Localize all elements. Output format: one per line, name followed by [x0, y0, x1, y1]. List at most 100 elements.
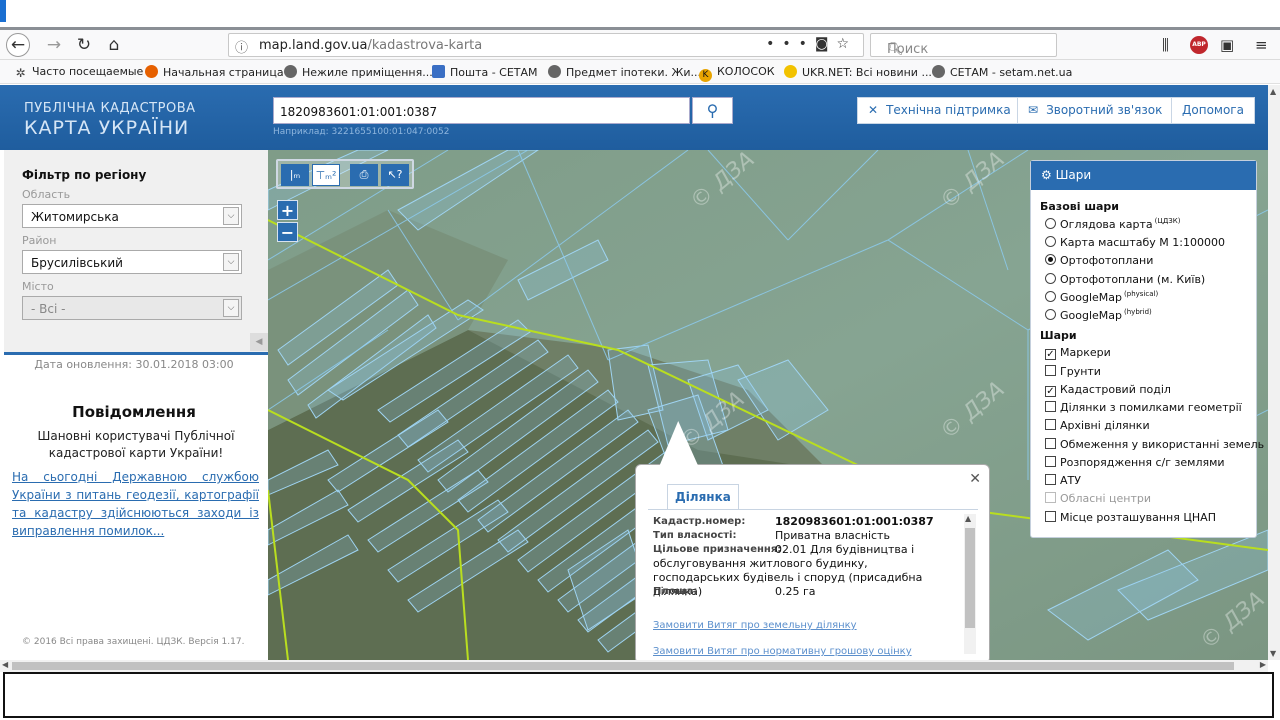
bookmark-item[interactable]: ✲ Часто посещаемые	[14, 65, 143, 80]
bookmark-item[interactable]: Начальная страница	[145, 65, 284, 79]
base-layer-item[interactable]: GoogleMap (hybrid)	[1045, 308, 1152, 322]
help-button[interactable]: Допомога	[1171, 97, 1255, 124]
zoom-out-button[interactable]: −	[277, 222, 298, 242]
checkbox[interactable]	[1045, 474, 1056, 485]
site-logo-line1[interactable]: ПУБЛІЧНА КАДАСТРОВА	[24, 101, 196, 116]
chevron-down-icon: ⌵	[223, 207, 239, 225]
tab-parcel[interactable]: Ділянка	[667, 484, 739, 510]
cadastral-search-input[interactable]: 1820983601:01:001:0387	[273, 97, 690, 124]
base-layer-item[interactable]: Оглядова карта (ЦДЗК)	[1045, 217, 1181, 231]
scroll-thumb[interactable]	[965, 528, 975, 628]
sidebar-toggle-icon[interactable]: ▣	[1220, 36, 1234, 54]
scroll-thumb[interactable]	[12, 662, 1234, 670]
order-valuation-link[interactable]: Замовити Витяг про нормативну грошову оц…	[653, 646, 912, 657]
collapse-sidebar-icon[interactable]: ◀	[250, 333, 268, 351]
globe-icon	[932, 65, 945, 78]
base-layer-item[interactable]: Карта масштабу М 1:100000	[1045, 236, 1225, 249]
base-layer-item[interactable]: GoogleMap (physical)	[1045, 290, 1158, 304]
page-vertical-scrollbar[interactable]: ▲ ▼	[1268, 85, 1280, 660]
measure-distance-button[interactable]: |ₘ	[281, 164, 309, 186]
scroll-left-icon[interactable]: ◀	[2, 660, 8, 669]
popup-scrollbar[interactable]: ▲	[964, 514, 976, 654]
close-icon[interactable]: ✕	[969, 471, 981, 487]
overlay-layer-item[interactable]: ✓ Кадастровий поділ	[1045, 383, 1171, 397]
bookmark-item[interactable]: K КОЛОСОК	[699, 65, 775, 82]
scroll-right-icon[interactable]: ▶	[1260, 660, 1266, 669]
radio-button[interactable]	[1045, 236, 1056, 247]
radio-button[interactable]	[1045, 309, 1056, 320]
overlay-layer-item[interactable]: Архівні ділянки	[1045, 419, 1150, 432]
bookmark-star-icon[interactable]: ☆	[836, 36, 857, 52]
search-button[interactable]: ⚲	[692, 97, 733, 124]
cad-number-label: Кадастр.номер:	[653, 516, 746, 527]
reload-icon[interactable]: ↻	[72, 33, 96, 57]
radio-button[interactable]	[1045, 291, 1056, 302]
region-select[interactable]: Житомирська ⌵	[22, 204, 242, 228]
overlay-layer-item[interactable]: Місце розташування ЦНАП	[1045, 511, 1216, 524]
area-label: Площа:	[653, 586, 698, 597]
notice-text: Шановні користувачі Публічної кадастрово…	[37, 429, 235, 460]
checkbox-checked[interactable]: ✓	[1045, 386, 1056, 397]
layers-header[interactable]: ⚙ Шари	[1031, 161, 1256, 190]
measure-area-button[interactable]: ⊤ₘ²	[312, 164, 340, 186]
map-view[interactable]: © ДЗА © ДЗА © ДЗА © ДЗА © ДЗА |ₘ ⊤ₘ² ⎙ ↖…	[268, 150, 1268, 660]
more-dots-icon[interactable]: •••	[766, 36, 815, 52]
checkbox[interactable]	[1045, 365, 1056, 376]
district-select[interactable]: Брусилівський ⌵	[22, 250, 242, 274]
base-layer-item[interactable]: Ортофотоплани	[1045, 254, 1153, 267]
checkbox[interactable]	[1045, 438, 1056, 449]
print-button[interactable]: ⎙	[350, 164, 378, 186]
back-arrow-icon[interactable]: ←	[6, 33, 30, 57]
url-bar[interactable]: ⓘ map.land.gov.ua/kadastrova-karta •••◙☆	[228, 33, 864, 57]
parcel-popup: ✕ Ділянка Кадастр.номер: 1820983601:01:0…	[635, 421, 990, 660]
checkbox[interactable]	[1045, 419, 1056, 430]
checkbox-checked[interactable]: ✓	[1045, 349, 1056, 360]
feedback-button[interactable]: ✉ Зворотний зв'язок	[1017, 97, 1174, 124]
notice-link[interactable]: На сьогодні Державною службою України з …	[12, 468, 259, 540]
checkbox[interactable]	[1045, 456, 1056, 467]
menu-icon[interactable]: ≡	[1255, 36, 1268, 54]
bookmark-item[interactable]: Нежиле приміщення...	[284, 65, 433, 79]
overlay-layer-item[interactable]: Обмеження у використанні земель	[1045, 438, 1264, 451]
bookmark-item[interactable]: СЕТАМ - setam.net.ua	[932, 65, 1072, 79]
browser-search-input[interactable]: 🔍︎ Поиск	[870, 33, 1057, 57]
overlay-layer-item[interactable]: Розпорядження с/г землями	[1045, 456, 1225, 469]
order-extract-link[interactable]: Замовити Витяг про земельну ділянку	[653, 620, 857, 631]
ruler-area-icon: ⊤ₘ²	[315, 169, 337, 182]
base-layer-item[interactable]: Ортофотоплани (м. Київ)	[1045, 273, 1205, 286]
home-icon[interactable]: ⌂	[102, 33, 126, 57]
scroll-up-icon[interactable]: ▲	[1270, 87, 1276, 96]
overlay-layer-item[interactable]: Грунти	[1045, 365, 1101, 378]
notice-title: Повідомлення	[72, 403, 196, 421]
adblock-icon[interactable]: ABP	[1190, 36, 1208, 54]
overlay-layer-item[interactable]: ✓ Маркери	[1045, 346, 1111, 360]
city-select[interactable]: - Всі - ⌵	[22, 296, 242, 320]
radio-button[interactable]	[1045, 218, 1056, 229]
layers-panel: ⚙ Шари Базові шари Оглядова карта (ЦДЗК) …	[1030, 160, 1264, 538]
url-text: map.land.gov.ua/kadastrova-karta	[259, 38, 483, 53]
support-button[interactable]: ✕ Технічна підтримка	[857, 97, 1022, 124]
page-horizontal-scrollbar[interactable]: ◀ ▶	[0, 660, 1268, 672]
bookmark-item[interactable]: Пошта - СЕТАМ	[432, 65, 538, 79]
library-icon[interactable]: ⫼	[1162, 36, 1169, 54]
bookmark-item[interactable]: Предмет іпотеки. Жи...	[548, 65, 701, 79]
purpose-value-start: 02.01 Для будівництва і	[775, 543, 915, 556]
overlay-layer-item[interactable]: Ділянки з помилками геометрії	[1045, 401, 1242, 414]
update-date: Дата оновлення: 30.01.2018 03:00	[34, 358, 234, 371]
radio-button[interactable]	[1045, 273, 1056, 284]
checkbox[interactable]	[1045, 401, 1056, 412]
bookmark-item[interactable]: UKR.NET: Всі новини ...	[784, 65, 932, 79]
checkbox[interactable]	[1045, 511, 1056, 522]
region-filter: Фільтр по регіону Область Житомирська ⌵ Р…	[4, 150, 268, 355]
ruler-icon: |ₘ	[289, 168, 301, 181]
radio-button-selected[interactable]	[1045, 254, 1056, 265]
scroll-down-icon[interactable]: ▼	[1270, 649, 1276, 658]
zoom-in-button[interactable]: +	[277, 200, 298, 220]
identify-button[interactable]: ↖?	[381, 164, 409, 186]
pocket-icon[interactable]: ◙	[815, 36, 837, 52]
overlay-layer-item[interactable]: АТУ	[1045, 474, 1081, 487]
site-logo-line2[interactable]: КАРТА УКРАЇНИ	[24, 117, 189, 139]
info-icon[interactable]: ⓘ	[235, 37, 248, 56]
scroll-up-icon[interactable]: ▲	[965, 514, 971, 523]
forward-arrow-icon[interactable]: →	[42, 33, 66, 57]
